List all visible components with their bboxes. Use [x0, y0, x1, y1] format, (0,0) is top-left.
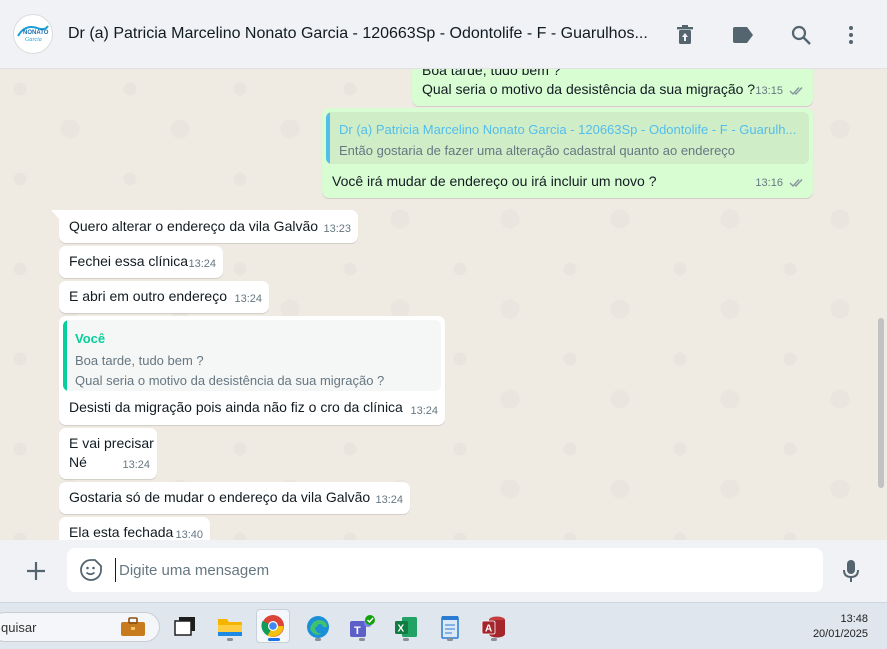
message-time: 13:40 [175, 529, 203, 540]
clock-date: 20/01/2025 [812, 628, 868, 640]
access-icon[interactable]: A [479, 612, 509, 642]
attach-button[interactable] [22, 557, 50, 585]
search-icon[interactable] [788, 22, 814, 48]
message-text: Ela esta fechada [69, 524, 174, 540]
message-text: Né [69, 454, 87, 470]
message-time: 13:23 [323, 223, 351, 235]
svg-text:NONATO: NONATO [23, 30, 49, 36]
message-text: Qual seria o motivo da desistência da su… [422, 81, 756, 97]
message-text: Gostaria só de mudar o endereço da vila … [69, 489, 371, 505]
message-text: Quero alterar o endereço da vila Galvão [69, 218, 319, 234]
message-composer [0, 540, 887, 602]
message-time: 13:24 [410, 405, 438, 417]
teams-icon[interactable]: T [347, 612, 377, 642]
taskbar-clock[interactable]: 13:48 20/01/2025 [790, 612, 868, 642]
message-time: 13:24 [375, 494, 403, 506]
message-text: Fechei essa clínica [69, 253, 189, 269]
message-time: 13:24 [188, 258, 216, 270]
svg-text:A: A [485, 624, 492, 635]
message-incoming[interactable]: E abri em outro endereço 13:24 [59, 281, 269, 313]
message-time: 13:24 [122, 459, 150, 471]
edge-icon[interactable] [303, 612, 333, 642]
voice-message-button[interactable] [838, 557, 864, 585]
message-incoming[interactable]: Gostaria só de mudar o endereço da vila … [59, 482, 410, 514]
svg-text:X: X [398, 624, 405, 635]
notepad-icon[interactable] [435, 612, 465, 642]
message-incoming[interactable]: Você Boa tarde, tudo bem ? Qual seria o … [59, 316, 445, 425]
read-ticks-icon [789, 87, 803, 96]
microphone-icon [843, 560, 859, 582]
message-text: Você irá mudar de endereço ou irá inclui… [332, 173, 657, 189]
briefcase-icon[interactable] [118, 612, 148, 642]
plus-icon [27, 562, 45, 580]
quoted-message[interactable]: Dr (a) Patricia Marcelino Nonato Garcia … [326, 112, 809, 164]
taskbar-search-text: quisar [1, 620, 37, 635]
chrome-icon[interactable] [256, 609, 290, 643]
file-explorer-icon[interactable] [215, 612, 245, 642]
label-icon[interactable] [730, 22, 756, 48]
svg-text:T: T [354, 625, 361, 637]
message-text: E abri em outro endereço [69, 288, 227, 304]
emoji-sticker-icon[interactable] [79, 558, 103, 582]
quoted-author: Você [75, 331, 106, 346]
read-ticks-icon [789, 179, 803, 188]
delete-icon[interactable] [672, 22, 698, 48]
chat-title[interactable]: Dr (a) Patricia Marcelino Nonato Garcia … [68, 25, 648, 43]
clock-time: 13:48 [840, 613, 868, 625]
message-input[interactable] [115, 558, 805, 582]
message-text: E vai precisar [69, 435, 154, 451]
windows-taskbar: quisar T X A 13:48 20/01/2025 [0, 602, 887, 649]
quoted-text: Qual seria o motivo da desistência da su… [75, 373, 385, 388]
chat-header: NONATO Garcia Dr (a) Patricia Marcelino … [0, 0, 887, 69]
message-incoming[interactable]: E vai precisar Né 13:24 [59, 428, 157, 479]
scrollbar-thumb[interactable] [878, 318, 884, 488]
clinic-logo-icon: NONATO Garcia [17, 25, 49, 43]
message-input-container [67, 548, 823, 592]
message-list[interactable]: Boa tarde, tudo bem ? Qual seria o motiv… [0, 69, 887, 540]
desktop-icon[interactable] [170, 612, 200, 642]
quoted-text: Boa tarde, tudo bem ? [75, 353, 204, 368]
quoted-text: Então gostaria de fazer uma alteração ca… [339, 143, 736, 158]
avatar[interactable]: NONATO Garcia [13, 14, 53, 54]
menu-icon[interactable] [838, 22, 864, 48]
message-text: Desisti da migração pois ainda não fiz o… [69, 399, 403, 415]
message-time: 13:16 [755, 177, 783, 189]
message-incoming[interactable]: Quero alterar o endereço da vila Galvão … [59, 210, 358, 243]
message-incoming[interactable]: Fechei essa clínica 13:24 [59, 246, 223, 278]
bubble-tail [51, 210, 60, 220]
quoted-message[interactable]: Você Boa tarde, tudo bem ? Qual seria o … [63, 320, 441, 391]
message-incoming[interactable]: Ela esta fechada 13:40 [59, 517, 210, 540]
message-time: 13:24 [234, 293, 262, 305]
svg-text:Garcia: Garcia [25, 37, 42, 43]
message-text: Boa tarde, tudo bem ? [422, 69, 561, 78]
quoted-author: Dr (a) Patricia Marcelino Nonato Garcia … [339, 122, 797, 137]
message-outgoing[interactable]: Boa tarde, tudo bem ? Qual seria o motiv… [412, 69, 813, 106]
message-time: 13:15 [755, 85, 783, 97]
excel-icon[interactable]: X [391, 612, 421, 642]
message-outgoing[interactable]: Dr (a) Patricia Marcelino Nonato Garcia … [322, 108, 813, 198]
